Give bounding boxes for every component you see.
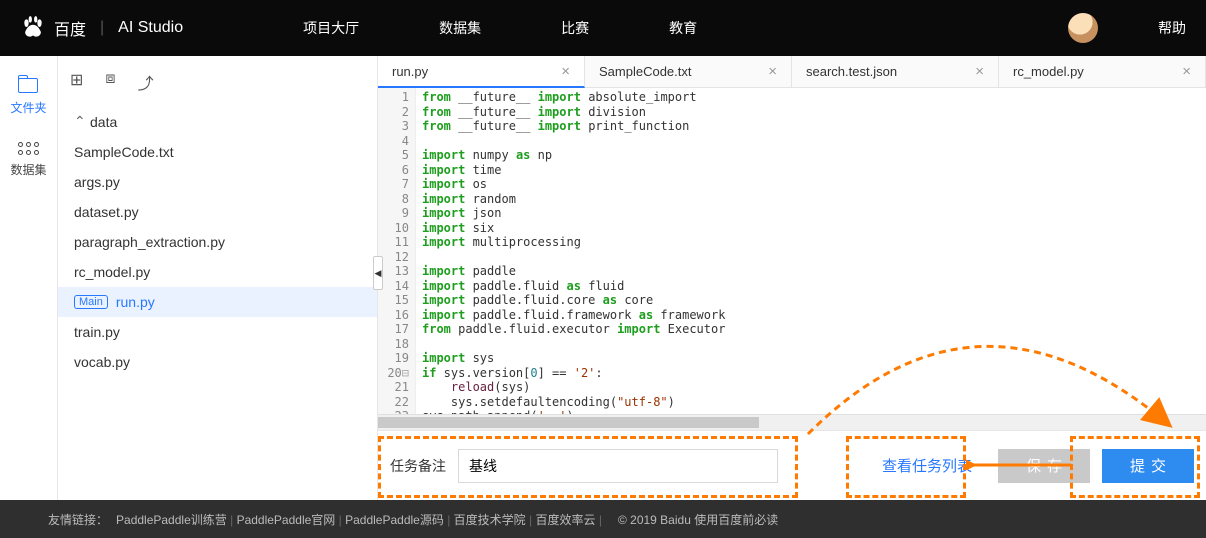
footer-link[interactable]: 百度技术学院: [454, 513, 526, 527]
editor-tab[interactable]: rc_model.py×: [999, 56, 1206, 87]
code-area[interactable]: 1234567891011121314151617181920⊟21222324…: [378, 88, 1206, 414]
brand-text-cn: 百度: [54, 16, 86, 40]
chevron-down-icon: ⌃: [74, 113, 84, 130]
task-note-input[interactable]: [458, 449, 778, 483]
folder-icon: [18, 78, 38, 93]
new-file-icon[interactable]: ⊞: [70, 70, 83, 94]
editor-tab[interactable]: search.test.json×: [792, 56, 999, 87]
editor-pane: ◀ run.py×SampleCode.txt×search.test.json…: [378, 56, 1206, 500]
close-icon[interactable]: ×: [975, 63, 984, 80]
left-rail: 文件夹 数据集: [0, 56, 58, 500]
folder-label: data: [90, 114, 117, 130]
editor-tabs: run.py×SampleCode.txt×search.test.json×r…: [378, 56, 1206, 88]
code-content[interactable]: from __future__ import absolute_importfr…: [416, 88, 1206, 414]
main-badge: Main: [74, 295, 108, 309]
save-button[interactable]: 保存: [998, 449, 1090, 483]
task-bar: 任务备注 查看任务列表 保存 提交: [378, 430, 1206, 500]
rail-files[interactable]: 文件夹: [10, 78, 46, 116]
nav-competitions[interactable]: 比赛: [561, 18, 589, 38]
main-file-label: run.py: [116, 294, 155, 310]
rail-datasets-label: 数据集: [10, 161, 46, 178]
tree-file-main[interactable]: Main run.py: [58, 287, 377, 317]
grid-icon: [18, 142, 39, 155]
close-icon[interactable]: ×: [768, 63, 777, 80]
upload-icon[interactable]: ⤴: [138, 70, 154, 94]
tree-file[interactable]: SampleCode.txt: [58, 137, 377, 167]
footer-label: 友情链接：: [48, 511, 108, 528]
rail-files-label: 文件夹: [10, 99, 46, 116]
collapse-sidebar-handle[interactable]: ◀: [373, 256, 383, 290]
help-link[interactable]: 帮助: [1158, 18, 1186, 38]
tree-file[interactable]: vocab.py: [58, 347, 377, 377]
tree-file[interactable]: train.py: [58, 317, 377, 347]
editor-tab[interactable]: SampleCode.txt×: [585, 56, 792, 87]
tree-file[interactable]: paragraph_extraction.py: [58, 227, 377, 257]
new-folder-icon[interactable]: ⧈: [105, 70, 115, 94]
sidebar-toolbar: ⊞ ⧈ ⤴: [58, 66, 377, 102]
editor-tab[interactable]: run.py×: [378, 56, 585, 88]
rail-datasets[interactable]: 数据集: [10, 142, 46, 178]
nav-education[interactable]: 教育: [669, 18, 697, 38]
footer-link[interactable]: 百度效率云: [535, 513, 595, 527]
submit-button[interactable]: 提交: [1102, 449, 1194, 483]
task-note-label: 任务备注: [390, 456, 446, 476]
file-tree: ⌃ data SampleCode.txt args.py dataset.py…: [58, 102, 377, 381]
footer-link[interactable]: PaddlePaddle官网: [237, 513, 336, 527]
main-nav: 项目大厅 数据集 比赛 教育: [303, 18, 1068, 38]
file-sidebar: ⊞ ⧈ ⤴ ⌃ data SampleCode.txt args.py data…: [58, 56, 378, 500]
tree-file[interactable]: rc_model.py: [58, 257, 377, 287]
top-navbar: 百度 | AI Studio 项目大厅 数据集 比赛 教育 帮助: [0, 0, 1206, 56]
line-gutter: 1234567891011121314151617181920⊟21222324: [378, 88, 416, 414]
avatar[interactable]: [1068, 13, 1098, 43]
footer-copyright: © 2019 Baidu 使用百度前必读: [618, 511, 778, 528]
footer-link[interactable]: PaddlePaddle训练营: [116, 513, 227, 527]
brand: 百度 | AI Studio: [20, 15, 183, 41]
close-icon[interactable]: ×: [561, 63, 570, 80]
nav-projects[interactable]: 项目大厅: [303, 18, 359, 38]
tree-file[interactable]: args.py: [58, 167, 377, 197]
horizontal-scrollbar[interactable]: [378, 414, 1206, 430]
footer: 友情链接： PaddlePaddle训练营 | PaddlePaddle官网 |…: [0, 500, 1206, 538]
tree-folder-data[interactable]: ⌃ data: [58, 106, 377, 137]
footer-link[interactable]: PaddlePaddle源码: [345, 513, 444, 527]
baidu-logo-icon: [20, 15, 46, 41]
tree-file[interactable]: dataset.py: [58, 197, 377, 227]
view-task-list-link[interactable]: 查看任务列表: [868, 455, 986, 476]
close-icon[interactable]: ×: [1182, 63, 1191, 80]
nav-datasets[interactable]: 数据集: [439, 18, 481, 38]
brand-text-en: AI Studio: [118, 19, 183, 37]
